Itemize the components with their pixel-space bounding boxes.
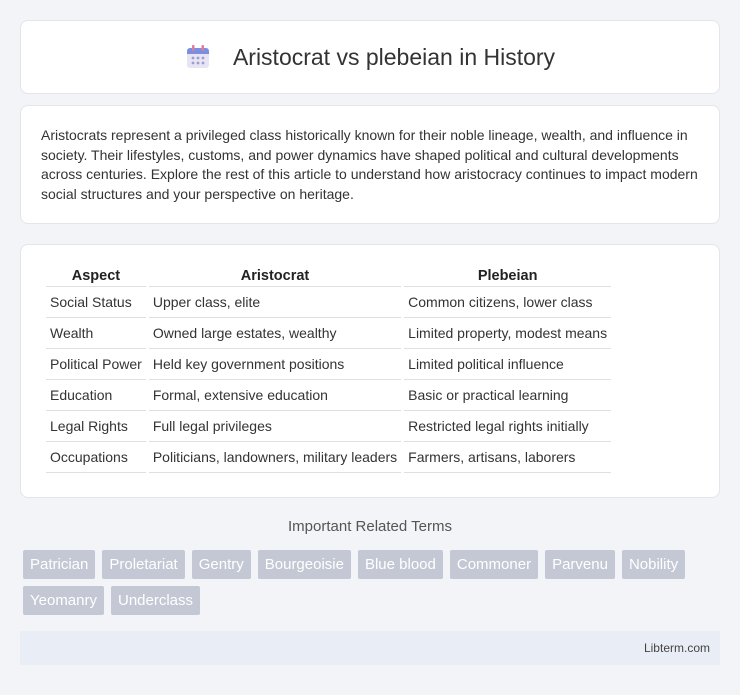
table-row: Political Power Held key government posi… <box>46 349 612 380</box>
table-cell: Limited political influence <box>404 349 612 380</box>
table-cell: Legal Rights <box>46 411 146 442</box>
table-row: Legal Rights Full legal privileges Restr… <box>46 411 612 442</box>
page-title: Aristocrat vs plebeian in History <box>232 43 556 70</box>
intro-card: Aristocrats represent a privileged class… <box>20 105 720 224</box>
title-card: Aristocrat vs plebeian in History <box>20 20 720 94</box>
table-cell: Politicians, landowners, military leader… <box>148 442 402 473</box>
table-cell: Owned large estates, wealthy <box>148 318 402 349</box>
tag-commoner[interactable]: Commoner <box>449 550 539 579</box>
header-aristocrat: Aristocrat <box>148 265 402 287</box>
comparison-table: Aspect Aristocrat Plebeian Social Status… <box>43 265 614 473</box>
tag-proletariat[interactable]: Proletariat <box>102 550 185 579</box>
tag-parvenu[interactable]: Parvenu <box>545 550 615 579</box>
header-aspect: Aspect <box>46 265 146 287</box>
related-terms-list: Patrician Proletariat Gentry Bourgeoisie… <box>23 550 713 615</box>
table-cell: Restricted legal rights initially <box>404 411 612 442</box>
calendar-icon <box>185 44 211 70</box>
table-cell: Full legal privileges <box>148 411 402 442</box>
tag-patrician[interactable]: Patrician <box>23 550 96 579</box>
comparison-card: Aspect Aristocrat Plebeian Social Status… <box>20 244 720 498</box>
table-cell: Political Power <box>46 349 146 380</box>
table-row: Wealth Owned large estates, wealthy Limi… <box>46 318 612 349</box>
header-plebeian: Plebeian <box>404 265 612 287</box>
table-row: Social Status Upper class, elite Common … <box>46 287 612 318</box>
table-cell: Common citizens, lower class <box>404 287 612 318</box>
table-cell: Upper class, elite <box>148 287 402 318</box>
tag-blue-blood[interactable]: Blue blood <box>357 550 443 579</box>
table-cell: Held key government positions <box>148 349 402 380</box>
table-header-row: Aspect Aristocrat Plebeian <box>46 265 612 287</box>
table-cell: Occupations <box>46 442 146 473</box>
table-cell: Basic or practical learning <box>404 380 612 411</box>
table-row: Education Formal, extensive education Ba… <box>46 380 612 411</box>
tag-gentry[interactable]: Gentry <box>191 550 251 579</box>
tag-bourgeoisie[interactable]: Bourgeoisie <box>257 550 351 579</box>
footer: Libterm.com <box>20 631 720 665</box>
table-row: Occupations Politicians, landowners, mil… <box>46 442 612 473</box>
footer-site-link[interactable]: Libterm.com <box>644 641 710 655</box>
tag-yeomanry[interactable]: Yeomanry <box>23 586 104 615</box>
table-cell: Social Status <box>46 287 146 318</box>
intro-paragraph: Aristocrats represent a privileged class… <box>41 127 698 202</box>
tag-nobility[interactable]: Nobility <box>621 550 686 579</box>
related-terms-heading: Important Related Terms <box>288 518 452 535</box>
table-cell: Limited property, modest means <box>404 318 612 349</box>
table-cell: Formal, extensive education <box>148 380 402 411</box>
table-cell: Education <box>46 380 146 411</box>
table-cell: Wealth <box>46 318 146 349</box>
tag-underclass[interactable]: Underclass <box>111 586 201 615</box>
table-cell: Farmers, artisans, laborers <box>404 442 612 473</box>
